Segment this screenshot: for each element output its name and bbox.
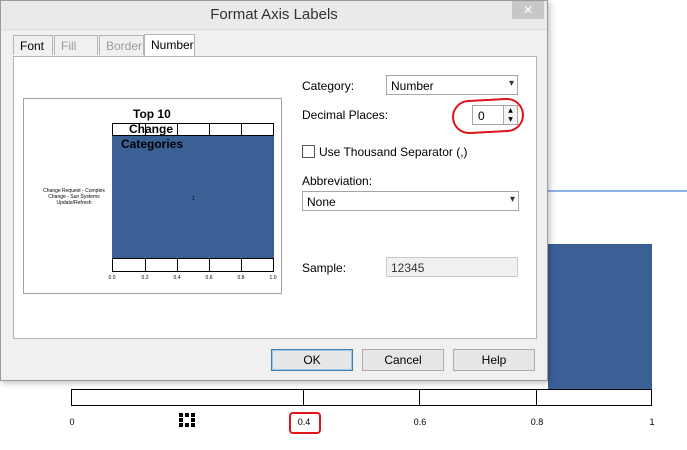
preview-title: Top 10 Change Categories	[119, 107, 209, 152]
background-chart-bar	[548, 244, 652, 389]
preview-gridline	[241, 123, 242, 136]
preview-title-line: Change	[129, 122, 174, 136]
sample-label: Sample:	[302, 261, 347, 275]
sample-field: 12345	[386, 257, 518, 277]
title-bar[interactable]: Format Axis Labels ✕	[1, 1, 547, 30]
decimal-places-label: Decimal Places:	[302, 108, 389, 122]
chevron-down-icon: ▾	[508, 78, 514, 89]
preview-tick-label: 0.6	[205, 275, 213, 281]
preview-tick-label: 0.8	[237, 275, 245, 281]
red-annotation-circle	[289, 412, 321, 434]
red-annotation-circle	[451, 97, 525, 135]
preview-category-label: Change Request - Complex Change - Sun Sy…	[43, 188, 105, 206]
sample-value: 12345	[391, 261, 425, 275]
selection-handle[interactable]	[179, 413, 195, 427]
preview-axis-box	[112, 258, 274, 272]
tab-font[interactable]: Font	[13, 35, 53, 55]
abbreviation-value: None	[307, 195, 336, 209]
preview-axis-tick	[209, 258, 210, 272]
preview-tick-label: 0.2	[141, 275, 149, 281]
preview-title-line: Top 10	[133, 107, 171, 121]
preview-chart: Top 10 Change Categories 1 Change Reques…	[23, 98, 282, 294]
background-axis-tick	[303, 389, 304, 406]
preview-tick-label: 1.0	[269, 275, 277, 281]
background-axis-box	[71, 389, 652, 406]
preview-gridline	[209, 123, 210, 136]
background-axis-tick	[536, 389, 537, 406]
category-select[interactable]: Number ▾	[386, 75, 518, 95]
ok-button[interactable]: OK	[271, 349, 353, 371]
thousand-separator-checkbox[interactable]	[302, 145, 315, 158]
background-divider-line	[548, 190, 687, 192]
axis-tick-label: 0.8	[530, 417, 544, 427]
preview-tick-label: 0.0	[108, 275, 116, 281]
tab-number[interactable]: Number	[144, 34, 195, 56]
preview-tick-label: 0.4	[173, 275, 181, 281]
preview-title-line: Categories	[121, 137, 184, 151]
preview-axis-tick	[241, 258, 242, 272]
category-value: Number	[391, 79, 434, 93]
thousand-separator-label[interactable]: Use Thousand Separator (,)	[319, 145, 468, 159]
abbreviation-label: Abbreviation:	[302, 174, 373, 188]
format-axis-labels-dialog: Format Axis Labels ✕ Font Fill Border Nu…	[0, 0, 548, 381]
help-button[interactable]: Help	[453, 349, 535, 371]
axis-tick-label: 1	[649, 417, 655, 427]
abbreviation-select[interactable]: None ▾	[302, 191, 519, 211]
dialog-title: Format Axis Labels	[210, 6, 338, 23]
tab-fill[interactable]: Fill	[54, 35, 98, 55]
preview-axis-tick	[145, 258, 146, 272]
preview-point-label: 1	[192, 196, 195, 202]
close-button[interactable]: ✕	[512, 1, 544, 19]
axis-tick-label: 0.6	[413, 417, 427, 427]
category-label: Category:	[302, 79, 355, 93]
cancel-button[interactable]: Cancel	[362, 349, 444, 371]
axis-tick-label: 0	[69, 417, 75, 427]
preview-axis-tick	[177, 258, 178, 272]
background-axis-tick	[419, 389, 420, 406]
chevron-down-icon: ▾	[509, 194, 515, 205]
tab-border[interactable]: Border	[99, 35, 144, 55]
